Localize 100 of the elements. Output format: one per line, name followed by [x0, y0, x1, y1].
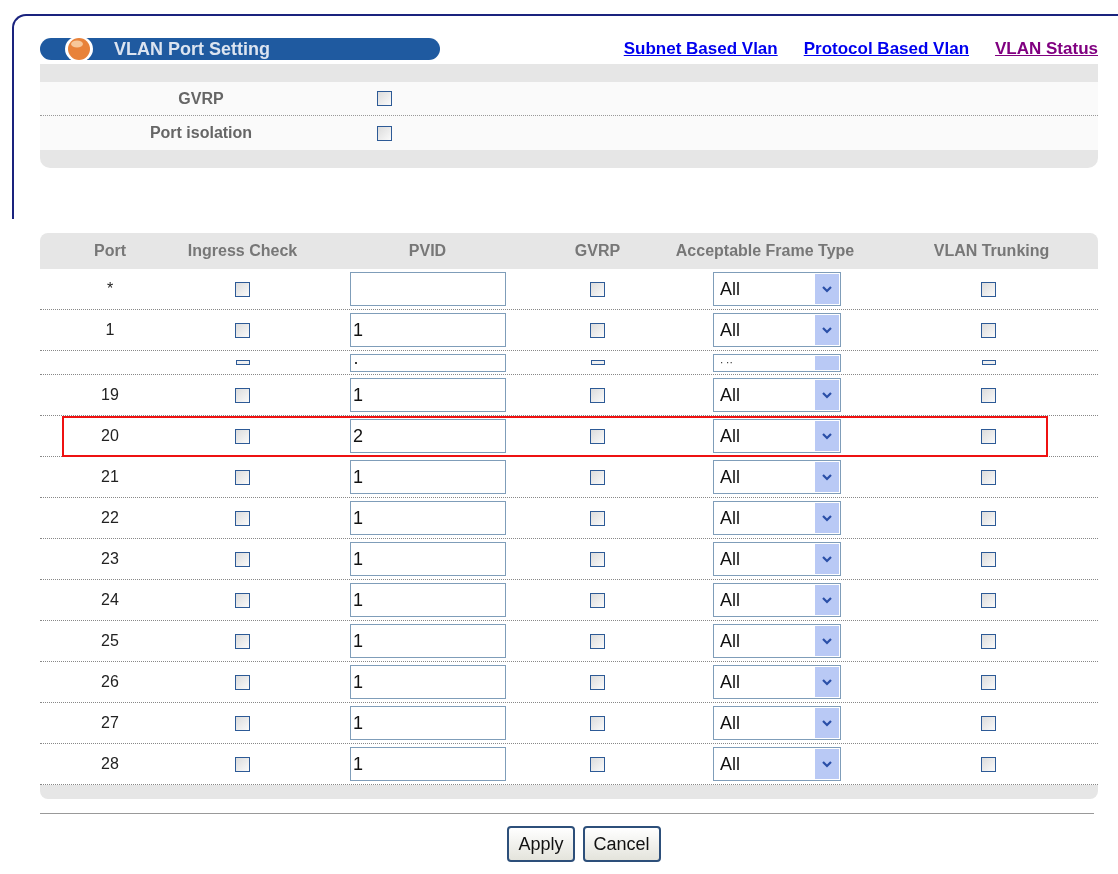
column-header: GVRP: [573, 241, 622, 261]
checkbox[interactable]: [235, 551, 250, 567]
checkbox[interactable]: [590, 387, 605, 403]
port-number: *: [106, 279, 114, 299]
nav-link[interactable]: VLAN Status: [995, 36, 1098, 62]
checkbox[interactable]: [590, 592, 605, 608]
port-number: 24: [101, 590, 119, 610]
checkbox[interactable]: [981, 387, 996, 403]
checkbox[interactable]: [235, 387, 250, 403]
checkbox[interactable]: [981, 469, 996, 485]
checkbox[interactable]: [235, 756, 250, 772]
checkbox[interactable]: [377, 125, 392, 141]
chevron-down-icon: [822, 678, 832, 686]
checkbox[interactable]: [981, 633, 996, 649]
checkbox[interactable]: [235, 592, 250, 608]
setting-label: GVRP: [177, 88, 225, 109]
pvid-field[interactable]: 1: [350, 313, 506, 347]
checkbox[interactable]: [981, 281, 996, 297]
pvid-field[interactable]: 1: [350, 542, 506, 576]
checkbox[interactable]: [981, 360, 996, 365]
checkbox[interactable]: [590, 715, 605, 731]
port-number: 22: [101, 508, 119, 528]
column-header: VLAN Trunking: [932, 241, 1051, 261]
chevron-down-icon: [822, 514, 832, 522]
frame-type-dropdown[interactable]: · ··: [713, 353, 841, 372]
port-number: 21: [101, 467, 119, 487]
frame-type-dropdown[interactable]: All: [713, 378, 841, 412]
pvid-field[interactable]: 1: [350, 624, 506, 658]
chevron-down-icon: [822, 473, 832, 481]
checkbox[interactable]: [235, 633, 250, 649]
setting-label: Port isolation: [148, 123, 254, 143]
checkbox[interactable]: [235, 674, 250, 690]
pvid-field[interactable]: 1: [350, 706, 506, 740]
pvid-field[interactable]: 1: [350, 378, 506, 412]
checkbox[interactable]: [235, 428, 250, 444]
chevron-down-icon: [822, 555, 832, 563]
checkbox[interactable]: [590, 756, 605, 772]
form-button[interactable]: Apply: [507, 826, 575, 862]
frame-type-dropdown[interactable]: All: [713, 419, 841, 453]
pvid-field[interactable]: 1: [350, 747, 506, 781]
checkbox[interactable]: [981, 510, 996, 526]
pvid-field[interactable]: ·: [350, 353, 506, 372]
checkbox[interactable]: [590, 551, 605, 567]
checkbox[interactable]: [981, 322, 996, 338]
frame-type-dropdown[interactable]: All: [713, 542, 841, 576]
checkbox[interactable]: [235, 469, 250, 485]
frame-type-dropdown[interactable]: All: [713, 460, 841, 494]
checkbox[interactable]: [981, 428, 996, 444]
checkbox[interactable]: [590, 322, 605, 338]
checkbox[interactable]: [590, 674, 605, 690]
port-number: 19: [101, 385, 119, 405]
frame-type-dropdown[interactable]: All: [713, 624, 841, 658]
chevron-down-icon: [822, 432, 832, 440]
column-header: PVID: [407, 241, 448, 261]
section-header: VLAN Port Setting: [40, 38, 440, 60]
frame-type-dropdown[interactable]: All: [713, 501, 841, 535]
checkbox[interactable]: [590, 510, 605, 526]
checkbox[interactable]: [377, 91, 392, 106]
column-header: Port: [93, 241, 127, 261]
chevron-down-icon: [822, 596, 832, 604]
frame-type-dropdown[interactable]: All: [713, 313, 841, 347]
column-header: Ingress Check: [186, 241, 299, 261]
frame-type-dropdown[interactable]: All: [713, 583, 841, 617]
chevron-down-icon: [822, 760, 832, 768]
checkbox[interactable]: [590, 469, 605, 485]
chevron-down-icon: [822, 391, 832, 399]
checkbox[interactable]: [235, 322, 250, 338]
frame-type-dropdown[interactable]: All: [713, 706, 841, 740]
checkbox[interactable]: [235, 510, 250, 526]
checkbox[interactable]: [981, 551, 996, 567]
checkbox[interactable]: [981, 756, 996, 772]
checkbox[interactable]: [981, 674, 996, 690]
ball-icon: [64, 35, 94, 63]
checkbox[interactable]: [590, 428, 605, 444]
checkbox[interactable]: [235, 281, 250, 297]
nav-link[interactable]: Protocol Based Vlan: [803, 36, 970, 62]
frame-type-dropdown[interactable]: All: [713, 747, 841, 781]
pvid-field[interactable]: 1: [350, 583, 506, 617]
pvid-field[interactable]: 2: [350, 419, 506, 453]
checkbox[interactable]: [235, 360, 250, 365]
port-number: 27: [101, 713, 119, 733]
pvid-field[interactable]: 1: [350, 665, 506, 699]
checkbox[interactable]: [981, 715, 996, 731]
frame-type-dropdown[interactable]: All: [713, 272, 841, 306]
port-number: 1: [105, 320, 115, 340]
pvid-field[interactable]: [350, 272, 506, 306]
checkbox[interactable]: [981, 592, 996, 608]
pvid-field[interactable]: 1: [350, 501, 506, 535]
checkbox[interactable]: [590, 281, 605, 297]
port-number: 20: [101, 426, 119, 446]
column-header: Acceptable Frame Type: [674, 241, 856, 261]
port-number: 26: [101, 672, 119, 692]
port-number: 23: [101, 549, 119, 569]
checkbox[interactable]: [235, 715, 250, 731]
nav-link[interactable]: Subnet Based Vlan: [623, 36, 778, 62]
pvid-field[interactable]: 1: [350, 460, 506, 494]
frame-type-dropdown[interactable]: All: [713, 665, 841, 699]
checkbox[interactable]: [590, 360, 605, 365]
form-button[interactable]: Cancel: [582, 826, 661, 862]
checkbox[interactable]: [590, 633, 605, 649]
